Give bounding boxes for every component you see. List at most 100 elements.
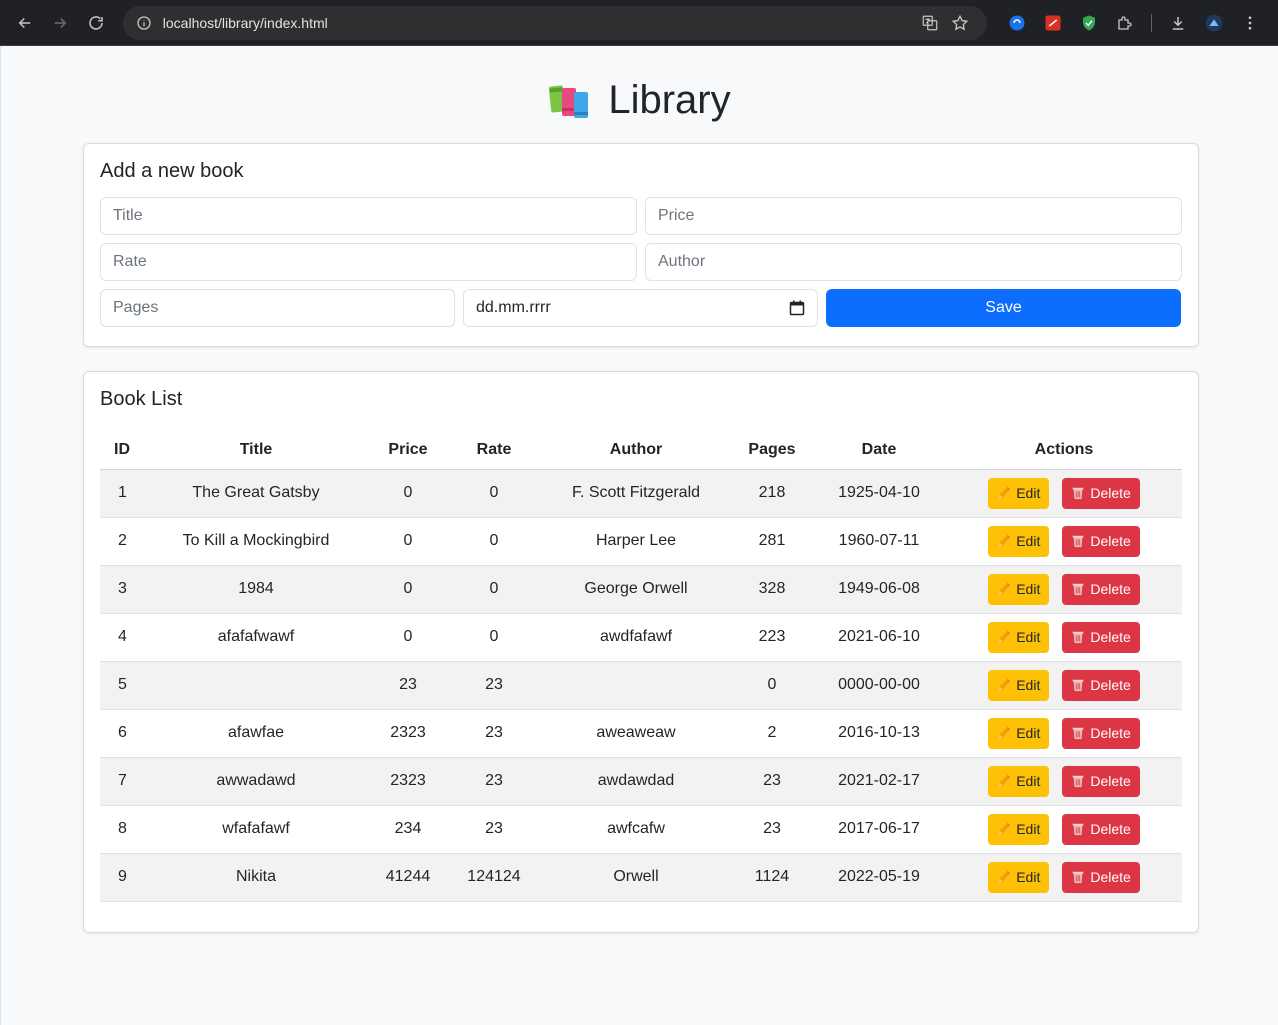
cell-date: 2016-10-13	[812, 709, 946, 758]
page-content: Library Add a new book Title Price Rate …	[0, 46, 1278, 1025]
cell-price: 2323	[368, 709, 448, 758]
cell-date: 2021-06-10	[812, 613, 946, 662]
pages-input[interactable]: Pages	[100, 289, 455, 327]
url-text: localhost/library/index.html	[162, 14, 328, 31]
arrow-right-icon	[55, 17, 67, 28]
edit-button[interactable]: Edit	[988, 477, 1050, 509]
edit-button[interactable]: Edit	[988, 861, 1050, 893]
table-row: 7 awwadawd 2323 23 awdawdad 23 2021-02-1…	[100, 757, 1182, 806]
table-row: 6 afawfae 2323 23 aweaweaw 2 2016-10-13 …	[100, 709, 1182, 758]
column-header-rate: Rate	[448, 431, 540, 470]
cell-author: F. Scott Fitzgerald	[540, 469, 732, 518]
delete-button[interactable]: Delete	[1062, 621, 1140, 653]
cell-date: 2021-02-17	[812, 757, 946, 806]
price-input[interactable]: Price	[645, 197, 1182, 235]
delete-button[interactable]: Delete	[1062, 525, 1140, 557]
cell-id: 7	[100, 757, 144, 806]
cell-title: afafafwawf	[144, 613, 368, 662]
edit-button[interactable]: Edit	[988, 717, 1050, 749]
delete-button[interactable]: Delete	[1062, 573, 1140, 605]
cell-rate: 0	[448, 613, 540, 662]
title-input[interactable]: Title	[100, 197, 637, 235]
author-input[interactable]: Author	[645, 243, 1182, 281]
extensions-puzzle-icon[interactable]	[1113, 11, 1137, 35]
page-title: Library	[608, 77, 731, 122]
translate-icon[interactable]	[915, 8, 945, 38]
edit-button[interactable]: Edit	[988, 669, 1050, 701]
extension-blue-icon[interactable]	[1005, 11, 1029, 35]
table-row: 2 To Kill a Mockingbird 0 0 Harper Lee 2…	[100, 517, 1182, 566]
book-list-heading: Book List	[100, 388, 183, 410]
delete-button[interactable]: Delete	[1062, 861, 1140, 893]
back-button[interactable]	[10, 8, 40, 38]
edit-button[interactable]: Edit	[988, 525, 1050, 557]
profile-avatar-icon[interactable]	[1202, 11, 1226, 35]
cell-rate: 124124	[448, 853, 540, 902]
cell-actions: Edit Delete	[946, 613, 1182, 662]
edit-button-label: Edit	[1016, 485, 1041, 501]
download-icon[interactable]	[1166, 11, 1190, 35]
table-row: 1 The Great Gatsby 0 0 F. Scott Fitzgera…	[100, 469, 1182, 518]
cell-author: awfcafw	[540, 805, 732, 854]
shield-icon[interactable]	[1077, 11, 1101, 35]
pencil-icon	[998, 822, 1011, 835]
cell-price: 0	[368, 565, 448, 614]
site-info-icon[interactable]	[135, 14, 153, 32]
edit-button[interactable]: Edit	[988, 621, 1050, 653]
delete-button[interactable]: Delete	[1062, 717, 1140, 749]
cell-actions: Edit Delete	[946, 805, 1182, 854]
pencil-icon	[998, 534, 1011, 547]
cell-author: aweaweaw	[540, 709, 732, 758]
edit-button[interactable]: Edit	[988, 765, 1050, 797]
cell-author: Orwell	[540, 853, 732, 902]
edit-button-label: Edit	[1016, 629, 1041, 645]
edit-button[interactable]: Edit	[988, 813, 1050, 845]
table-header-row: ID Title Price Rate Author Pages Date Ac…	[100, 431, 1182, 470]
cell-title: afawfae	[144, 709, 368, 758]
delete-button-label: Delete	[1090, 725, 1131, 741]
cell-actions: Edit Delete	[946, 853, 1182, 902]
cell-id: 4	[100, 613, 144, 662]
cell-author: awdfafawf	[540, 613, 732, 662]
cell-id: 6	[100, 709, 144, 758]
edit-button[interactable]: Edit	[988, 573, 1050, 605]
add-book-card: Add a new book Title Price Rate Author P…	[83, 143, 1199, 347]
cell-pages: 23	[732, 805, 812, 854]
delete-button[interactable]: Delete	[1062, 765, 1140, 797]
delete-button[interactable]: Delete	[1062, 813, 1140, 845]
date-input[interactable]: dd.mm.rrrr	[463, 289, 818, 327]
wastebasket-icon	[1073, 871, 1084, 884]
forward-button[interactable]	[46, 8, 76, 38]
cell-pages: 2	[732, 709, 812, 758]
cell-price: 41244	[368, 853, 448, 902]
save-button[interactable]: Save	[826, 289, 1181, 327]
reload-button[interactable]	[81, 8, 111, 38]
wastebasket-icon	[1073, 775, 1084, 788]
menu-kebab-icon[interactable]	[1238, 11, 1262, 35]
address-bar[interactable]: localhost/library/index.html	[122, 5, 988, 40]
pencil-icon	[998, 486, 1011, 499]
delete-button[interactable]: Delete	[1062, 477, 1140, 509]
cell-title: awwadawd	[144, 757, 368, 806]
cell-title: The Great Gatsby	[144, 469, 368, 518]
bookmark-star-icon[interactable]	[945, 8, 975, 38]
browser-toolbar: localhost/library/index.html	[0, 0, 1278, 46]
column-header-pages: Pages	[732, 431, 812, 470]
cell-id: 2	[100, 517, 144, 566]
cell-date: 1949-06-08	[812, 565, 946, 614]
cell-title: wfafafawf	[144, 805, 368, 854]
extension-red-icon[interactable]	[1041, 11, 1065, 35]
cell-pages: 1124	[732, 853, 812, 902]
title-placeholder: Title	[113, 207, 143, 224]
cell-author: Harper Lee	[540, 517, 732, 566]
add-book-heading: Add a new book	[100, 160, 244, 182]
cell-rate: 0	[448, 565, 540, 614]
delete-button[interactable]: Delete	[1062, 669, 1140, 701]
rate-input[interactable]: Rate	[100, 243, 637, 281]
calendar-icon[interactable]	[789, 300, 805, 316]
wastebasket-icon	[1073, 727, 1084, 740]
cell-actions: Edit Delete	[946, 517, 1182, 566]
table-row: 5 23 23 0 0000-00-00 Edit Delete	[100, 661, 1182, 710]
edit-button-label: Edit	[1016, 821, 1041, 837]
cell-price: 2323	[368, 757, 448, 806]
